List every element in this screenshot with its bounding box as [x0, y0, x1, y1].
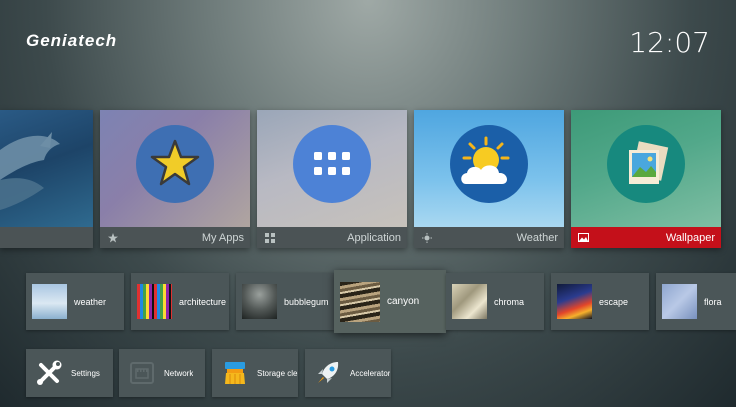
tile-application[interactable]: Application: [257, 110, 407, 248]
wallpaper-label: chroma: [494, 296, 525, 307]
tile-bar: Weather: [414, 227, 564, 248]
brand-logo: Geniatech: [26, 31, 118, 50]
tile-bar: [0, 227, 93, 248]
star-small-icon: [107, 232, 118, 243]
weather-art: [414, 110, 564, 227]
tile-wallpaper[interactable]: Wallpaper: [571, 110, 721, 248]
tile-label: Weather: [516, 231, 558, 244]
wallpaper-label: flora: [704, 296, 722, 307]
wrench-screwdriver-icon: [34, 358, 64, 388]
app-label: Network: [164, 368, 194, 378]
wallpaper-label: canyon: [387, 296, 420, 307]
sun-small-icon: [421, 232, 432, 243]
wallpaper-item-canyon[interactable]: canyon: [334, 270, 446, 333]
thumb-bubblegum: [242, 284, 277, 319]
app-storage-cleaner[interactable]: Storage cle..: [212, 349, 298, 397]
ethernet-port-icon: [127, 358, 157, 388]
wallpaper-item-escape[interactable]: escape: [551, 273, 649, 330]
star-icon: [150, 139, 200, 185]
app-settings[interactable]: Settings: [26, 349, 113, 397]
picture-icon: [629, 140, 669, 184]
wallpaper-badge: [607, 124, 685, 203]
application-art: [257, 110, 407, 227]
wallpaper-item-architecture[interactable]: architecture: [131, 273, 229, 330]
clock: 12:07: [629, 26, 710, 59]
tile-label: Wallpaper: [665, 231, 715, 244]
wallpaper-label: architecture: [179, 296, 227, 307]
app-label: Storage cle..: [257, 368, 298, 378]
wallpaper-label: escape: [599, 296, 629, 307]
app-accelerator[interactable]: Accelerator: [305, 349, 391, 397]
wallpaper-item-chroma[interactable]: chroma: [446, 273, 544, 330]
thumb-weather: [32, 284, 67, 319]
wallpaper-art: [571, 110, 721, 227]
thumb-escape: [557, 284, 592, 319]
grid-small-icon: [264, 232, 275, 243]
wallpaper-label: bubblegum: [284, 296, 329, 307]
star-badge: [136, 124, 214, 203]
app-grid-icon: [314, 151, 350, 175]
grid-badge: [293, 124, 371, 203]
sun-cloud-icon: [461, 136, 510, 184]
wallpaper-item-weather[interactable]: weather: [26, 273, 124, 330]
thumb-flora: [662, 284, 697, 319]
my-apps-art: [100, 110, 250, 227]
thumb-canyon: [340, 281, 380, 322]
thumb-architecture: [137, 284, 172, 319]
wallpaper-label: weather: [74, 296, 107, 307]
tile-label: My Apps: [201, 231, 244, 244]
broom-icon: [220, 358, 250, 388]
tile-weather[interactable]: Weather: [414, 110, 564, 248]
tile-my-apps[interactable]: My Apps: [100, 110, 250, 248]
app-label: Settings: [71, 368, 100, 378]
wallpaper-item-flora[interactable]: flora: [656, 273, 736, 330]
thumb-chroma: [452, 284, 487, 319]
wallpaper-item-bubblegum[interactable]: bubblegum: [236, 273, 334, 330]
tile-dolphin[interactable]: [0, 110, 93, 248]
image-small-icon: [578, 232, 589, 243]
dolphin-image: [0, 110, 93, 227]
tile-bar: Wallpaper: [571, 227, 721, 248]
rocket-icon: [313, 358, 343, 388]
app-label: Accelerator: [350, 368, 391, 378]
app-network[interactable]: Network: [119, 349, 205, 397]
tile-bar: Application: [257, 227, 407, 248]
tile-label: Application: [347, 231, 401, 244]
weather-badge: [450, 124, 528, 203]
tile-bar: My Apps: [100, 227, 250, 248]
